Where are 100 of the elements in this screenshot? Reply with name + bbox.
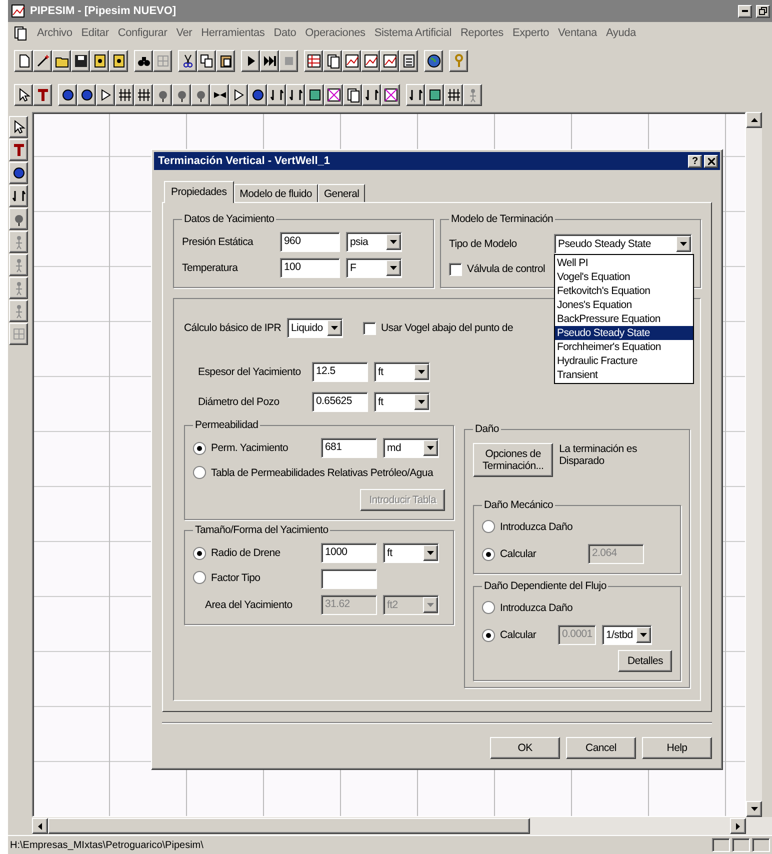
- drawing-canvas[interactable]: [32, 112, 746, 817]
- toolbar-button[interactable]: [9, 300, 28, 322]
- tab[interactable]: General: [318, 184, 366, 202]
- toolbar-button[interactable]: [90, 50, 109, 72]
- dialog-button[interactable]: Cancel: [566, 737, 636, 759]
- dropdown-option[interactable]: Pseudo Steady State: [555, 326, 693, 340]
- radio-button[interactable]: Perm. Yacimiento: [193, 442, 288, 454]
- toolbar-button[interactable]: [248, 84, 267, 106]
- toolbar-button[interactable]: [178, 50, 197, 72]
- menu-item[interactable]: Herramientas: [201, 27, 265, 39]
- radio-dot[interactable]: [193, 442, 206, 454]
- toolbar-button[interactable]: [134, 84, 153, 106]
- radio-dot[interactable]: [193, 466, 206, 479]
- toolbar-button[interactable]: [14, 50, 33, 72]
- toolbar-button[interactable]: [9, 254, 28, 276]
- menu-item[interactable]: Editar: [81, 27, 109, 39]
- menu-item[interactable]: Configurar: [118, 27, 168, 39]
- close-button[interactable]: [704, 154, 718, 168]
- toolbar-button[interactable]: [52, 50, 71, 72]
- toolbar-button[interactable]: [267, 84, 286, 106]
- unit-dropdown[interactable]: Liquido: [287, 318, 344, 338]
- menu-item[interactable]: Ver: [176, 27, 192, 39]
- menu-item[interactable]: Ayuda: [606, 27, 636, 39]
- radio-dot[interactable]: [193, 546, 206, 560]
- toolbar-button[interactable]: [305, 84, 324, 106]
- menu-item[interactable]: Operaciones: [305, 27, 366, 39]
- toolbar-button[interactable]: [172, 84, 191, 106]
- menu-item[interactable]: Sistema Artificial: [374, 27, 452, 39]
- unit-dropdown[interactable]: ft: [383, 543, 439, 563]
- toolbar-button[interactable]: [425, 84, 444, 106]
- toolbar-button[interactable]: [229, 84, 248, 106]
- unit-dropdown[interactable]: md: [383, 438, 439, 458]
- toolbar-button[interactable]: [71, 50, 90, 72]
- radio-button[interactable]: Radio de Drene: [193, 546, 280, 560]
- scroll-right-button[interactable]: [730, 818, 746, 834]
- toolbar-button[interactable]: [77, 84, 96, 106]
- toolbar-button[interactable]: [304, 50, 323, 72]
- toolbar-button[interactable]: [14, 84, 33, 106]
- toolbar-button[interactable]: [210, 84, 229, 106]
- checkbox[interactable]: Usar Vogel abajo del punto de: [363, 322, 514, 334]
- toolbar-button[interactable]: [109, 50, 128, 72]
- toolbar-button[interactable]: [191, 84, 210, 106]
- scroll-left-button[interactable]: [32, 818, 48, 834]
- menu-item[interactable]: Experto: [512, 27, 549, 39]
- toolbar-button[interactable]: [9, 277, 28, 299]
- minimize-button[interactable]: [738, 4, 752, 18]
- toolbar-button[interactable]: [343, 84, 362, 106]
- value-field[interactable]: 0.65625: [312, 392, 368, 412]
- value-field[interactable]: 1000: [321, 543, 377, 563]
- unit-dropdown[interactable]: ft: [374, 392, 430, 412]
- toolbar-button[interactable]: [380, 50, 399, 72]
- toolbar-button[interactable]: [9, 231, 28, 253]
- toolbar-button[interactable]: [153, 50, 172, 72]
- toolbar-button[interactable]: [9, 185, 28, 207]
- toolbar-button[interactable]: [406, 84, 425, 106]
- radio-button[interactable]: Tabla de Permeabilidades Relativas Petróleo/Agua: [193, 466, 433, 479]
- toolbar-button[interactable]: [260, 50, 279, 72]
- menu-item[interactable]: Reportes: [460, 27, 504, 39]
- value-field[interactable]: 12.5: [312, 362, 368, 382]
- toolbar-button[interactable]: [286, 84, 305, 106]
- toolbar-button[interactable]: [279, 50, 298, 72]
- toolbar-button[interactable]: [324, 84, 343, 106]
- value-field[interactable]: 100: [280, 258, 340, 278]
- dialog-button[interactable]: Help: [642, 737, 712, 759]
- scroll-up-button[interactable]: [746, 112, 762, 128]
- toolbar-button[interactable]: [381, 84, 400, 106]
- value-field[interactable]: [321, 569, 377, 589]
- toolbar-button[interactable]: [323, 50, 342, 72]
- toolbar-button[interactable]: [33, 50, 52, 72]
- toolbar-button[interactable]: [58, 84, 77, 106]
- scroll-thumb[interactable]: [48, 818, 530, 834]
- toolbar-button[interactable]: [463, 84, 482, 106]
- toolbar-button[interactable]: [399, 50, 418, 72]
- model-dropdown[interactable]: Pseudo Steady State: [554, 234, 692, 254]
- radio-button[interactable]: Factor Tipo: [193, 571, 260, 584]
- dialog-button[interactable]: OK: [490, 737, 560, 759]
- toolbar-button[interactable]: [9, 323, 28, 345]
- unit-dropdown[interactable]: ft: [374, 362, 430, 382]
- toolbar-button[interactable]: [33, 84, 52, 106]
- options-button[interactable]: Opciones de Terminación...: [473, 443, 554, 477]
- toolbar-button[interactable]: [342, 50, 361, 72]
- tab[interactable]: Propiedades: [164, 181, 234, 203]
- toolbar-button[interactable]: [115, 84, 134, 106]
- value-field[interactable]: 681: [321, 438, 377, 458]
- checkbox[interactable]: Válvula de control: [449, 262, 546, 276]
- toolbar-button[interactable]: [9, 116, 28, 138]
- unit-dropdown[interactable]: psia: [346, 232, 402, 252]
- toolbar-button[interactable]: [9, 162, 28, 184]
- menu-item[interactable]: Archivo: [37, 27, 72, 39]
- toolbar-button[interactable]: [444, 84, 463, 106]
- radio-dot[interactable]: [193, 571, 206, 584]
- scroll-down-button[interactable]: [746, 801, 762, 817]
- toolbar-button[interactable]: [96, 84, 115, 106]
- menu-item[interactable]: Ventana: [558, 27, 597, 39]
- toolbar-button[interactable]: [197, 50, 216, 72]
- toolbar-button[interactable]: [424, 50, 443, 72]
- toolbar-button[interactable]: [134, 50, 153, 72]
- toolbar-button[interactable]: [241, 50, 260, 72]
- toolbar-button[interactable]: [361, 50, 380, 72]
- value-field[interactable]: 960: [280, 232, 340, 252]
